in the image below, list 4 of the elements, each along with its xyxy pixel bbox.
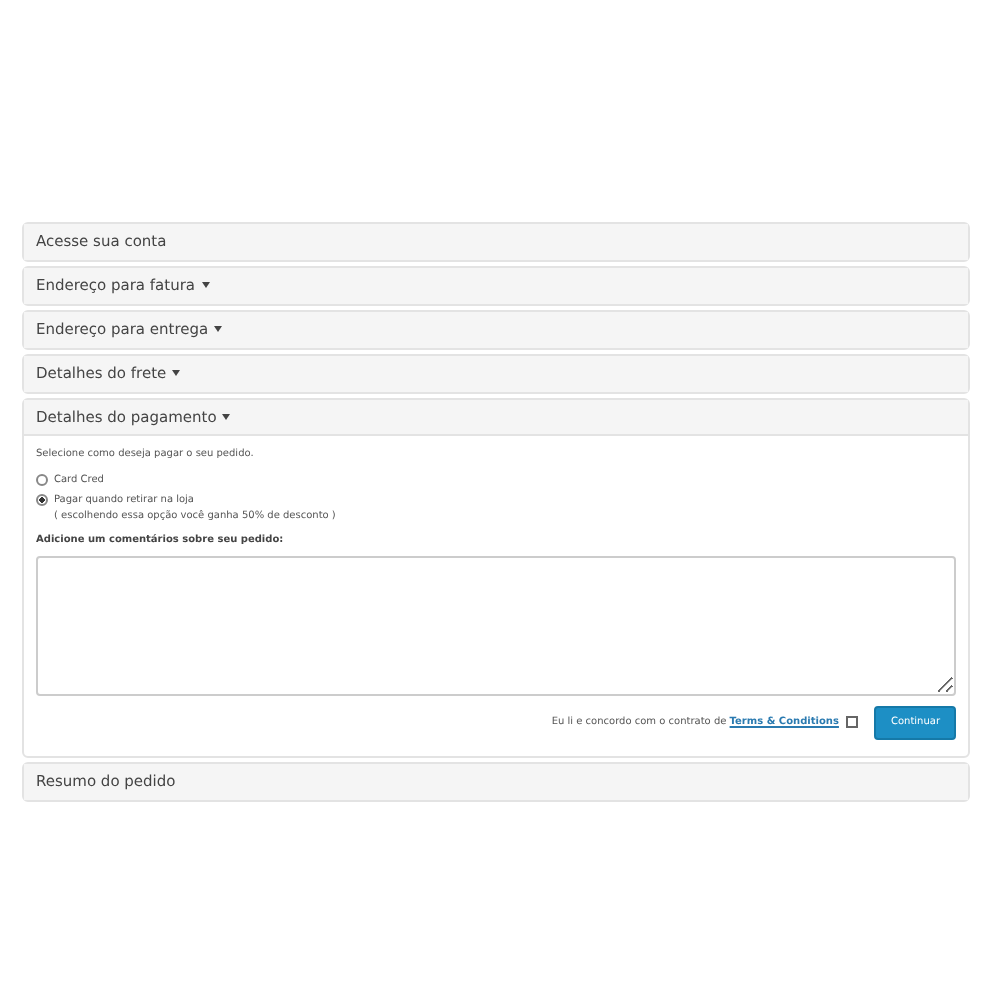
terms-checkbox[interactable] (846, 716, 859, 729)
radio-button[interactable] (36, 494, 48, 506)
radio-button[interactable] (36, 473, 48, 485)
comment-field[interactable] (36, 555, 956, 695)
